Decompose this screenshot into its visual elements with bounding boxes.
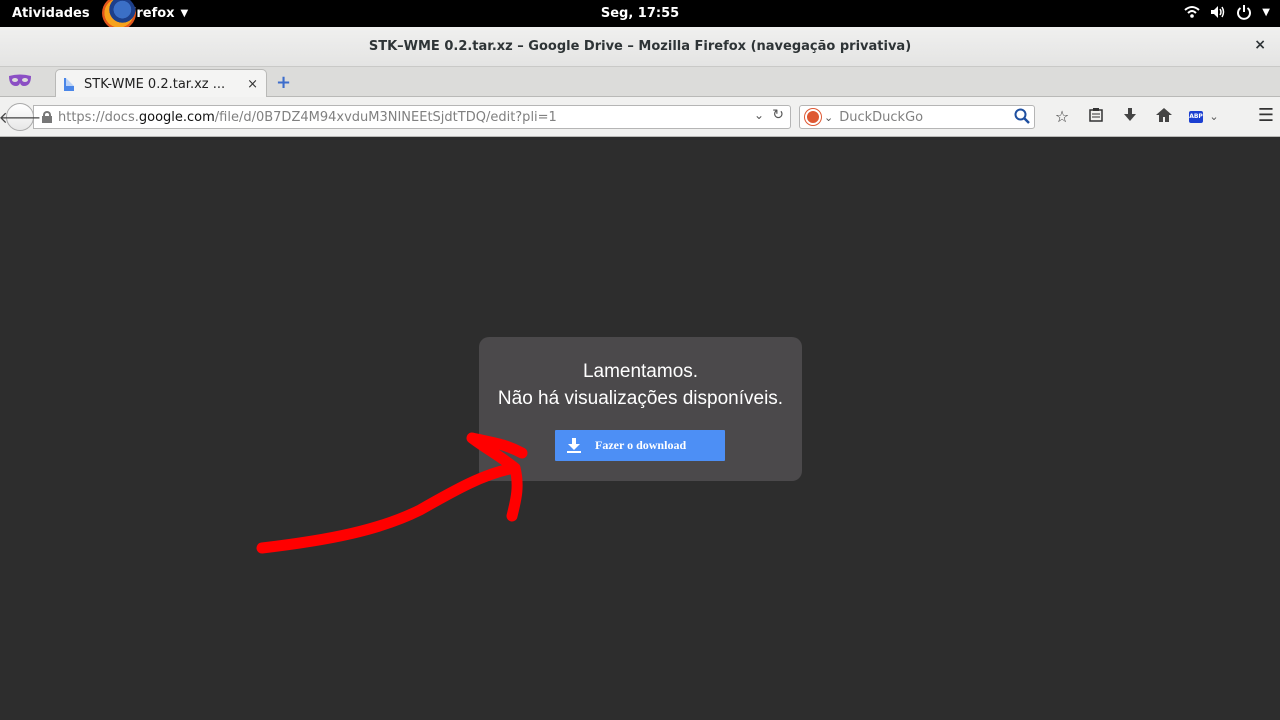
private-browsing-mask-icon (9, 74, 31, 86)
url-host: google.com (138, 109, 215, 125)
home-icon[interactable] (1147, 107, 1181, 126)
navigation-toolbar: https://docs. google.com/file/d/0B7DZ4M94… (0, 97, 1280, 137)
url-path: /file/d/0B7DZ4M94xvduM3NINEEtSjdtTDQ/edi… (214, 109, 557, 125)
toolbar-icons: ☆ ABP ⌄ (1045, 107, 1225, 126)
page-content: Lamentamos. Não há visualizações disponí… (0, 138, 1280, 720)
power-icon (1237, 5, 1252, 20)
gnome-top-bar: Atividades Firefox ▼ Seg, 17:55 ▼ (0, 0, 1280, 27)
window-titlebar[interactable]: STK–WME 0.2.tar.xz – Google Drive – Mozi… (0, 27, 1280, 67)
arrow-left-icon: 🡐 (0, 108, 42, 127)
document-icon (64, 77, 74, 91)
back-button[interactable]: 🡐 (0, 103, 41, 131)
url-bar[interactable]: https://docs. google.com/file/d/0B7DZ4M94… (33, 105, 791, 129)
search-bar[interactable]: ⌄ DuckDuckGo (799, 105, 1035, 129)
tab-label: STK-WME 0.2.tar.xz ... (84, 76, 226, 92)
url-prefix: https://docs. (58, 109, 139, 125)
adblock-dropdown-icon[interactable]: ⌄ (1203, 110, 1225, 123)
tab-close-button[interactable]: × (247, 77, 258, 92)
new-tab-button[interactable]: + (276, 72, 291, 93)
hamburger-menu-icon[interactable]: ☰ (1258, 105, 1274, 126)
search-icon[interactable] (1014, 108, 1030, 128)
chevron-down-icon: ▼ (1262, 6, 1270, 18)
adblock-icon[interactable]: ABP (1189, 110, 1203, 123)
volume-icon (1211, 6, 1225, 18)
wifi-icon (1184, 6, 1200, 18)
lock-icon[interactable] (42, 111, 52, 123)
search-engine-dropdown-icon[interactable]: ⌄ (824, 111, 833, 124)
tab-strip: STK-WME 0.2.tar.xz ... × + (0, 67, 1280, 98)
bookmark-star-icon[interactable]: ☆ (1045, 107, 1079, 126)
clock[interactable]: Seg, 17:55 (0, 6, 1280, 21)
search-input[interactable]: DuckDuckGo (839, 110, 923, 125)
reload-icon[interactable]: ↻ (772, 107, 784, 123)
reading-list-icon[interactable] (1079, 107, 1113, 126)
red-annotation-arrow (256, 432, 528, 554)
system-menu[interactable]: ▼ (1184, 4, 1270, 20)
history-dropdown-icon[interactable]: ⌄ (754, 108, 764, 122)
tab-active[interactable]: STK-WME 0.2.tar.xz ... × (55, 69, 267, 98)
window-title: STK–WME 0.2.tar.xz – Google Drive – Mozi… (368, 39, 912, 54)
window-close-button[interactable]: × (1254, 37, 1266, 53)
downloads-icon[interactable] (1113, 107, 1147, 126)
duckduckgo-icon[interactable] (805, 109, 821, 125)
